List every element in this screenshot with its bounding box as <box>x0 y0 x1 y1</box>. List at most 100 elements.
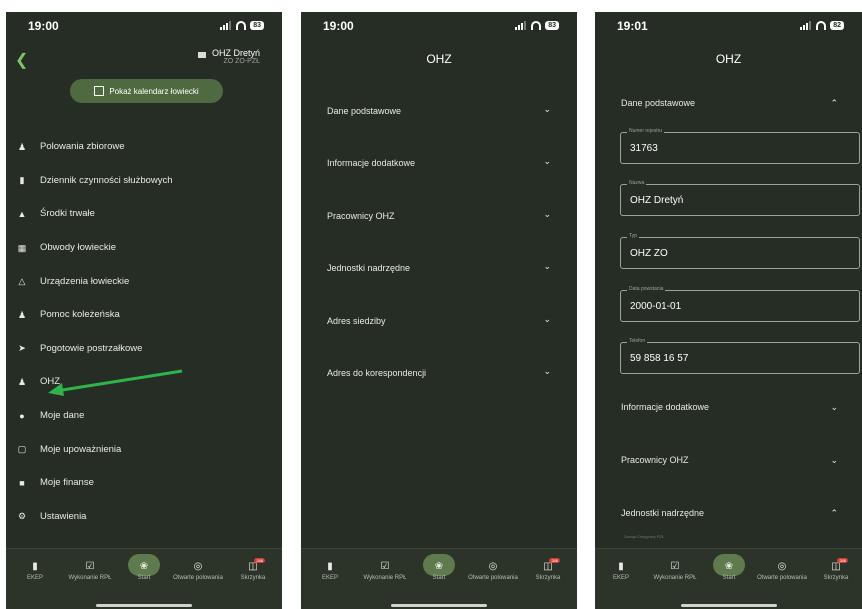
field-typ[interactable]: Typ OHZ ZO <box>620 233 860 269</box>
field-label: Typ <box>627 233 640 239</box>
chevron-down-icon: ⌄ <box>543 365 551 376</box>
section-pracownicy-ohz[interactable]: Pracownicy OHZ ⌄ <box>301 191 577 243</box>
menu-item-pomoc[interactable]: ♟ Pomoc koleżeńska <box>6 298 282 332</box>
status-bar: 19:00 83 <box>301 19 577 37</box>
section-jednostki-nadrzedne[interactable]: Jednostki nadrzędne ⌄ <box>301 243 577 295</box>
section-accordion: Dane podstawowe ⌄ Informacje dodatkowe ⌄ P… <box>301 86 577 400</box>
section-label: Jednostki nadrzędne <box>327 263 411 274</box>
section-label: Adres do korespondencji <box>327 367 427 378</box>
tab-label: Otwarte polowania <box>468 575 518 581</box>
tab-wykonanie-rpl[interactable]: ☑ Wykonanie RPŁ <box>359 549 411 582</box>
building-icon <box>197 52 206 58</box>
tab-ekep[interactable]: ▮ EKEP <box>595 549 647 582</box>
field-telefon[interactable]: Telefon 59 858 16 57 <box>620 338 860 374</box>
section-label: Pracownicy OHZ <box>327 210 395 221</box>
tab-ekep[interactable]: ▮ EKEP <box>304 549 356 582</box>
dog-icon: ➤ <box>18 343 26 354</box>
tab-otwarte-polowania[interactable]: ◎ Otwarte polowania <box>172 549 224 582</box>
tab-skrzynka[interactable]: ◫ 288 Skrzynka <box>227 549 279 582</box>
tab-otwarte-polowania[interactable]: ◎ Otwarte polowania <box>756 549 808 582</box>
org-switcher[interactable]: OHZ Dretyń ZO ZO-PZŁ <box>197 48 260 65</box>
chevron-down-icon: ⌄ <box>543 208 551 219</box>
home-indicator <box>680 604 777 607</box>
menu-item-finanse[interactable]: ■ Moje finanse <box>6 466 282 500</box>
battery-icon: 82 <box>830 21 844 30</box>
deer-icon: ❀ <box>434 561 444 572</box>
chevron-down-icon: ⌄ <box>830 455 838 465</box>
menu-item-pogotowie[interactable]: ➤ Pogotowie postrzałkowe <box>6 332 282 366</box>
tab-label: Start <box>432 575 446 581</box>
menu-item-label: Ustawienia <box>40 510 87 522</box>
section-label: Pracownicy OHZ <box>621 455 689 465</box>
status-bar: 19:01 82 <box>595 19 862 37</box>
wifi-icon <box>531 21 542 30</box>
menu-item-label: Środki trwałe <box>40 208 95 220</box>
gear-icon: ⚙ <box>17 511 27 522</box>
show-calendar-button[interactable]: Pokaż kalendarz łowiecki <box>70 79 223 103</box>
calendar-check-icon: ☑ <box>85 561 95 572</box>
tab-skrzynka[interactable]: ◫ 288 Skrzynka <box>522 549 574 582</box>
field-nazwa[interactable]: Nazwa OHZ Dretyń <box>620 180 860 216</box>
wifi-icon <box>236 21 247 30</box>
section-pracownicy-ohz[interactable]: Pracownicy OHZ ⌄ <box>595 455 862 475</box>
house-icon: ▲ <box>17 208 27 219</box>
phone-screen-ohz-expanded: 19:01 82 OHZ Dane podstawowe ⌃ Numer rej… <box>595 12 862 609</box>
phone-screen-ohz-collapsed: 19:00 83 OHZ Dane podstawowe ⌄ Informacje… <box>301 12 577 609</box>
menu-item-polowania-zbiorowe[interactable]: ♟ Polowania zbiorowe <box>6 130 282 164</box>
menu-item-urzadzenia[interactable]: △ Urządzenia łowieckie <box>6 264 282 298</box>
menu-item-srodki-trwale[interactable]: ▲ Środki trwałe <box>6 197 282 231</box>
tab-wykonanie-rpl[interactable]: ☑ Wykonanie RPŁ <box>64 549 116 582</box>
section-label: Jednostki nadrzędne <box>621 508 705 518</box>
menu-item-dziennik[interactable]: ▮ Dziennik czynności służbowych <box>6 164 282 198</box>
menu-item-label: Urządzenia łowieckie <box>40 275 130 287</box>
section-dane-podstawowe[interactable]: Dane podstawowe ⌄ <box>301 86 577 138</box>
tab-start[interactable]: ❀ Start <box>413 549 465 582</box>
tab-wykonanie-rpl[interactable]: ☑ Wykonanie RPŁ <box>649 549 701 582</box>
field-value: 59 858 16 57 <box>630 353 689 364</box>
section-label: Informacje dodatkowe <box>621 402 710 412</box>
calendar-check-icon: ☑ <box>380 561 390 572</box>
home-indicator <box>391 604 487 607</box>
tab-label: Wykonanie RPŁ <box>363 575 407 581</box>
tab-label: Wykonanie RPŁ <box>68 575 112 581</box>
field-numer-rejestru[interactable]: Numer rejestru 31763 <box>620 128 860 164</box>
section-adres-korespondencji[interactable]: Adres do korespondencji ⌄ <box>301 348 577 400</box>
field-value: 2000-01-01 <box>630 301 682 312</box>
status-time: 19:01 <box>617 19 648 33</box>
menu-item-ustawienia[interactable]: ⚙ Ustawienia <box>6 500 282 534</box>
phone-screen-menu: 19:00 83 ❮ OHZ Dretyń ZO ZO-PZŁ Pokaż ka… <box>6 12 282 609</box>
status-time: 19:00 <box>28 19 59 33</box>
section-informacje-dodatkowe[interactable]: Informacje dodatkowe ⌄ <box>301 138 577 190</box>
field-data-powstania[interactable]: Data powstania 2000-01-01 <box>620 286 860 322</box>
calendar-icon <box>94 86 105 96</box>
field-label: Telefon <box>627 338 648 344</box>
tab-start[interactable]: ❀ Start <box>118 549 170 582</box>
chevron-down-icon: ⌄ <box>543 104 551 114</box>
tab-otwarte-polowania[interactable]: ◎ Otwarte polowania <box>467 549 519 582</box>
menu-item-obwody[interactable]: ▦ Obwody łowieckie <box>6 231 282 265</box>
section-adres-siedziby[interactable]: Adres siedziby ⌄ <box>301 296 577 348</box>
menu-item-moje-dane[interactable]: ● Moje dane <box>6 399 282 433</box>
home-indicator <box>96 604 192 607</box>
tab-skrzynka[interactable]: ◫ 288 Skrzynka <box>810 549 862 582</box>
calendar-check-icon: ☑ <box>670 561 680 572</box>
tab-ekep[interactable]: ▮ EKEP <box>9 549 61 582</box>
journal-icon: ▮ <box>19 175 25 186</box>
group-icon: ♟ <box>17 141 27 152</box>
tab-label: EKEP <box>612 575 629 581</box>
signal-icon <box>800 21 812 30</box>
document-icon: ▢ <box>17 444 27 455</box>
tab-start[interactable]: ❀ Start <box>703 549 755 582</box>
menu-item-label: Pogotowie postrzałkowe <box>40 342 143 354</box>
deer-icon: ❀ <box>724 561 734 572</box>
chevron-up-icon: ⌃ <box>830 98 838 108</box>
back-button[interactable]: ❮ <box>15 50 28 70</box>
bottom-tab-bar: ▮ EKEP ☑ Wykonanie RPŁ ❀ Start ◎ Otwarte pol… <box>6 548 282 609</box>
tab-label: Otwarte polowania <box>173 575 223 581</box>
page-title: OHZ <box>426 52 452 66</box>
tab-label: Start <box>722 575 736 581</box>
section-jednostki-nadrzedne[interactable]: Jednostki nadrzędne ⌃ <box>595 508 862 528</box>
menu-item-upowaznienia[interactable]: ▢ Moje upoważnienia <box>6 432 282 466</box>
section-informacje-dodatkowe[interactable]: Informacje dodatkowe ⌄ <box>595 402 862 422</box>
section-dane-podstawowe[interactable]: Dane podstawowe ⌃ <box>595 98 862 118</box>
